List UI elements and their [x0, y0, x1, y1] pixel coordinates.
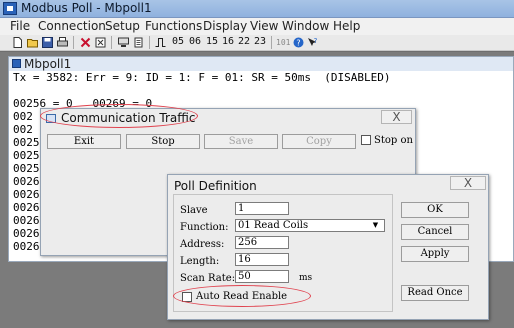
apply-button[interactable]: Apply [401, 246, 469, 262]
address-input[interactable]: 256 [235, 236, 289, 249]
read-once-button[interactable]: Read Once [401, 285, 469, 301]
menu-window[interactable]: Window [282, 19, 329, 33]
scan-rate-unit: ms [299, 273, 313, 283]
stop-button[interactable]: Stop [126, 134, 200, 149]
poll-status-line: Tx = 3582: Err = 9: ID = 1: F = 01: SR =… [13, 71, 391, 84]
register-row: 0026 [13, 240, 40, 253]
slave-input[interactable]: 1 [235, 202, 289, 215]
register-row: 0026 [13, 201, 40, 214]
highlight-ellipse [173, 285, 311, 307]
menu-help[interactable]: Help [333, 19, 360, 33]
register-row: 0026 [13, 214, 40, 227]
fc-16-button[interactable]: 16 [222, 36, 234, 47]
document-icon [12, 59, 21, 68]
ok-button[interactable]: OK [401, 202, 469, 218]
toolbar-separator [111, 36, 112, 49]
cancel-button[interactable]: Cancel [401, 224, 469, 240]
document-title: Mbpoll1 [24, 57, 72, 71]
dialog-title: Poll Definition [174, 179, 257, 193]
register-row: 0026 [13, 175, 40, 188]
menu-setup[interactable]: Setup [105, 19, 140, 33]
slave-label: Slave [180, 205, 208, 216]
window-title: Modbus Poll - Mbpoll1 [21, 1, 152, 15]
register-row: 0025 [13, 162, 40, 175]
copy-button[interactable]: Copy [282, 134, 356, 149]
register-row: 0026 [13, 227, 40, 240]
function-label: Function: [180, 222, 229, 233]
scan-rate-input[interactable]: 50 [235, 270, 289, 283]
menu-functions[interactable]: Functions [145, 19, 202, 33]
stop-on-checkbox[interactable] [361, 135, 371, 145]
address-label: Address: [180, 239, 225, 250]
document-titlebar[interactable]: Mbpoll1 [9, 57, 513, 71]
close-button[interactable]: X [450, 176, 486, 190]
stop-on-label: Stop on [374, 135, 413, 146]
pulse-icon[interactable] [155, 37, 166, 48]
disconnect-icon[interactable] [133, 37, 144, 48]
window-titlebar[interactable]: Modbus Poll - Mbpoll1 [0, 0, 514, 18]
print-icon[interactable] [57, 37, 68, 48]
fc-101-button[interactable]: 101 [276, 38, 290, 47]
fc-22-button[interactable]: 22 [238, 36, 250, 47]
help-icon[interactable]: ? [307, 37, 318, 48]
exit-button[interactable]: Exit [47, 134, 121, 149]
about-icon[interactable]: ? [293, 37, 304, 48]
function-value: 01 Read Coils [238, 220, 309, 231]
close-button[interactable]: X [381, 110, 412, 124]
close-doc-icon[interactable] [80, 37, 91, 48]
close-icon: X [463, 176, 473, 190]
register-row: 002 [13, 110, 33, 123]
register-row: 0026 [13, 188, 40, 201]
menu-file[interactable]: File [10, 19, 30, 33]
save-icon[interactable] [42, 37, 53, 48]
length-label: Length: [180, 256, 220, 267]
svg-text:?: ? [296, 39, 300, 48]
open-icon[interactable] [27, 37, 38, 48]
menu-connection[interactable]: Connection [38, 19, 106, 33]
scan-rate-label: Scan Rate: [180, 273, 236, 284]
fc-06-button[interactable]: 06 [189, 36, 201, 47]
toolbar-separator [271, 36, 272, 49]
toolbar-separator [73, 36, 74, 49]
register-row: 0025 [13, 149, 40, 162]
new-icon[interactable] [12, 37, 23, 48]
close-icon: X [392, 110, 401, 124]
register-row: 0025 [13, 136, 40, 149]
delete-icon[interactable] [95, 37, 106, 48]
fc-15-button[interactable]: 15 [206, 36, 218, 47]
highlight-ellipse [40, 104, 198, 128]
menu-bar: File Connection Setup Functions Display … [0, 18, 514, 35]
app-icon [3, 2, 17, 15]
menu-view[interactable]: View [250, 19, 278, 33]
toolbar: 05 06 15 16 22 23 101 ? ? [0, 35, 514, 51]
svg-text:?: ? [314, 37, 318, 45]
connect-icon[interactable] [118, 37, 129, 48]
function-select[interactable]: 01 Read Coils ▼ [235, 219, 385, 232]
menu-display[interactable]: Display [203, 19, 247, 33]
toolbar-separator [149, 36, 150, 49]
chevron-down-icon[interactable]: ▼ [370, 220, 381, 231]
length-input[interactable]: 16 [235, 253, 289, 266]
fc-05-button[interactable]: 05 [172, 36, 184, 47]
save-button[interactable]: Save [204, 134, 278, 149]
register-row: 002 [13, 123, 33, 136]
fc-23-button[interactable]: 23 [254, 36, 266, 47]
